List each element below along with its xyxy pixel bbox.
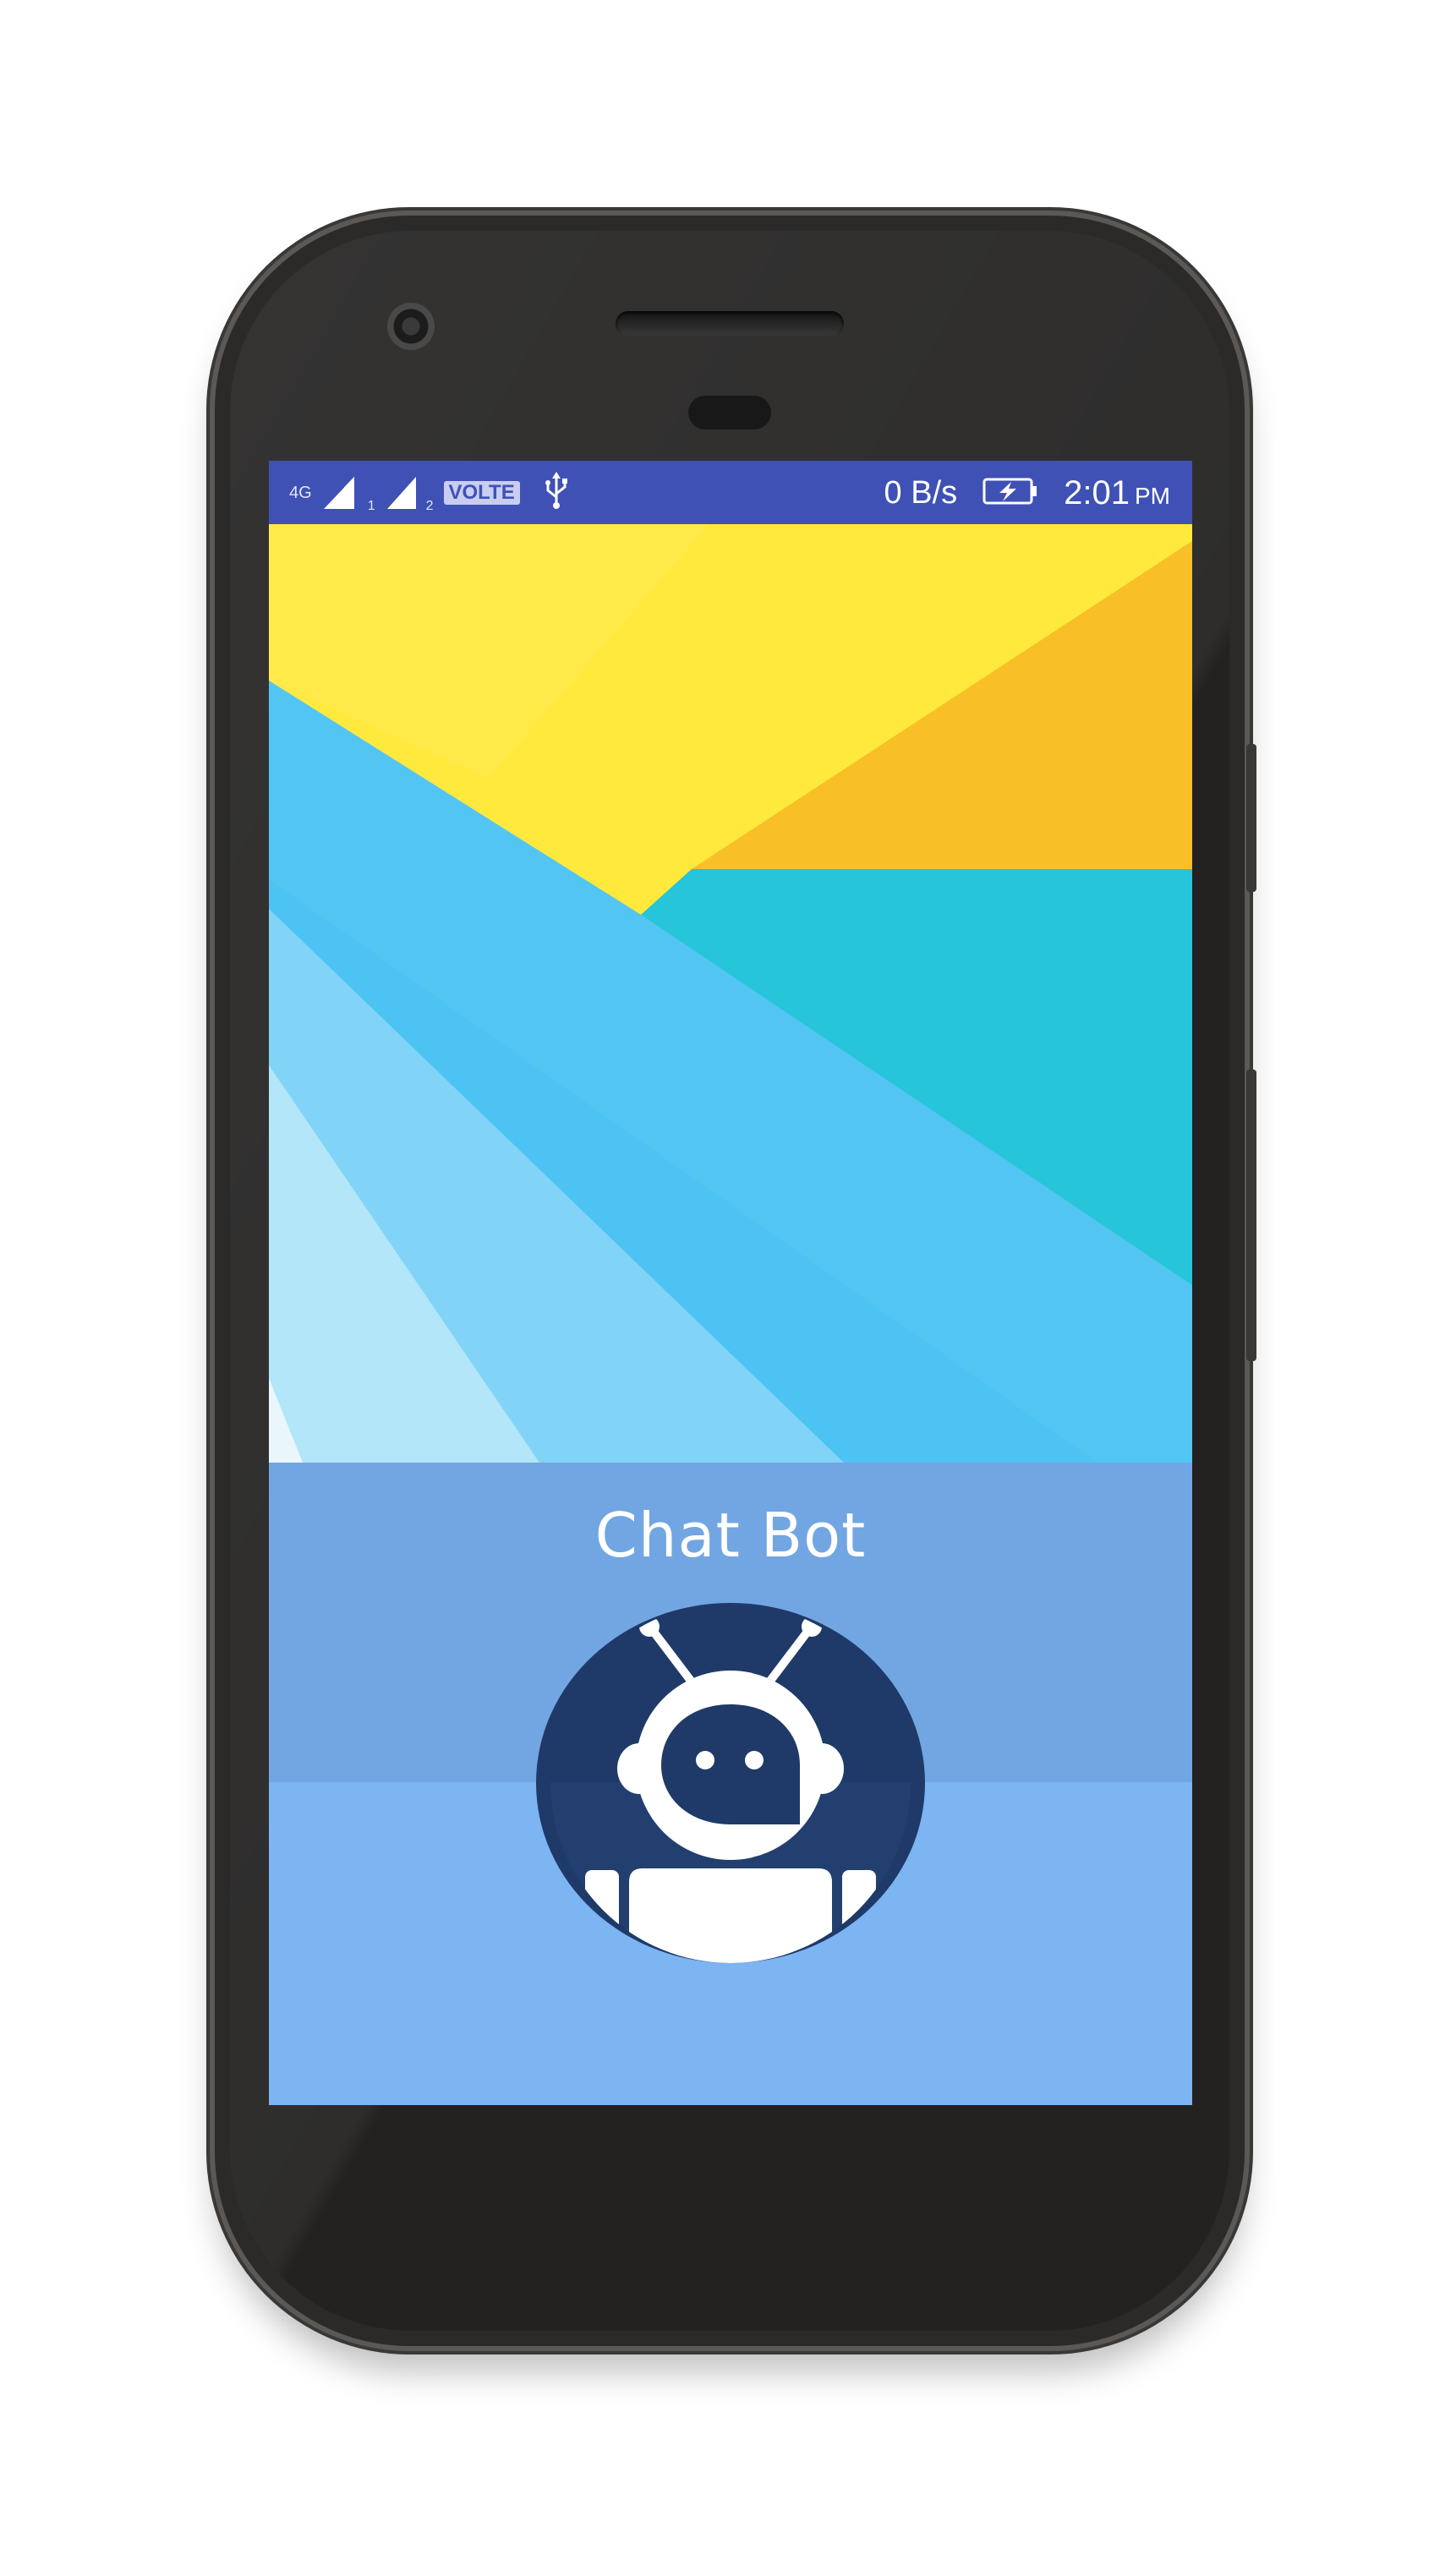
signal-sim2-icon <box>386 472 424 515</box>
status-bar-left: 4G 1 2 VOLTE <box>289 471 569 515</box>
robot-chat-icon <box>536 1603 925 1963</box>
sim1-label: 1 <box>367 499 375 513</box>
sim2-label: 2 <box>425 499 434 513</box>
clock-time: 2:01 <box>1064 473 1130 511</box>
status-bar: 4G 1 2 VOLTE 0 B/s 2:01 PM <box>269 461 1192 524</box>
earpiece-speaker <box>616 311 844 336</box>
signal-sim1-icon <box>322 472 366 515</box>
phone-screen: 4G 1 2 VOLTE 0 B/s 2:01 PM Chat Bot <box>269 461 1192 2105</box>
proximity-sensor <box>688 396 771 429</box>
power-button[interactable] <box>1246 744 1256 892</box>
status-bar-right: 0 B/s 2:01 PM <box>884 469 1170 517</box>
network-type-label: 4G <box>289 484 312 502</box>
usb-icon <box>544 471 569 515</box>
material-wallpaper <box>269 524 1192 1463</box>
front-camera <box>387 303 435 350</box>
clock-ampm: PM <box>1135 482 1170 509</box>
data-speed-label: 0 B/s <box>884 474 958 511</box>
clock: 2:01 PM <box>1064 474 1170 512</box>
volume-button[interactable] <box>1246 1069 1256 1361</box>
battery-charging-icon <box>983 477 1038 510</box>
app-title: Chat Bot <box>594 1500 867 1571</box>
splash-panel: Chat Bot <box>269 1463 1192 2105</box>
volte-badge: VOLTE <box>443 481 520 505</box>
